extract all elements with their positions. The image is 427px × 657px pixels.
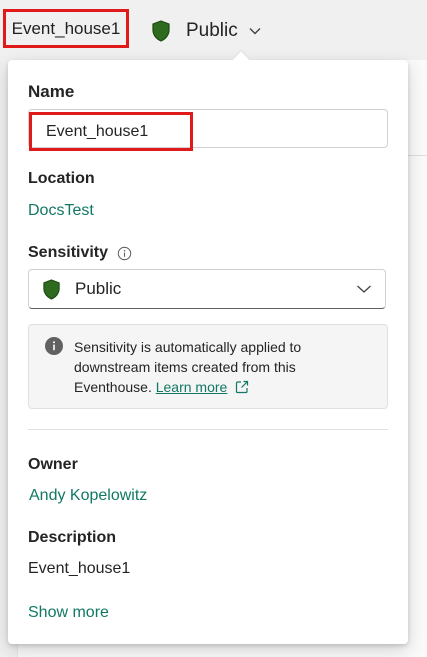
item-details-flyout: Name Event_house1 Location DocsTest Sens… xyxy=(8,51,408,644)
top-bar: Event_house1 Public xyxy=(0,0,427,60)
learn-more-link[interactable]: Learn more xyxy=(156,379,228,395)
info-icon[interactable] xyxy=(117,246,132,261)
owner-link[interactable]: Andy Kopelowitz xyxy=(29,487,147,505)
sensitivity-heading: Sensitivity xyxy=(28,244,109,261)
sensitivity-label-text: Public xyxy=(186,20,238,41)
location-heading: Location xyxy=(28,170,95,187)
info-message-text: Sensitivity is automatically applied to … xyxy=(74,337,364,397)
description-heading: Description xyxy=(28,529,117,546)
sensitivity-label-button[interactable]: Public xyxy=(151,18,262,44)
sensitivity-dropdown[interactable]: Public xyxy=(28,269,386,309)
name-heading: Name xyxy=(28,82,75,101)
shield-icon xyxy=(43,278,60,300)
info-icon xyxy=(45,337,63,355)
external-link-icon[interactable] xyxy=(235,380,249,394)
item-title-button[interactable]: Event_house1 xyxy=(3,9,129,48)
description-value: Event_house1 xyxy=(28,560,131,577)
sensitivity-heading-row: Sensitivity xyxy=(28,244,132,262)
chevron-down-icon xyxy=(249,28,261,35)
sensitivity-dropdown-value: Public xyxy=(75,279,122,298)
location-link[interactable]: DocsTest xyxy=(28,202,94,220)
show-more-link[interactable]: Show more xyxy=(28,604,109,622)
shield-icon xyxy=(152,20,170,42)
name-value[interactable]: Event_house1 xyxy=(29,112,193,151)
sensitivity-info-message: Sensitivity is automatically applied to … xyxy=(28,324,388,409)
owner-heading: Owner xyxy=(28,456,78,473)
section-divider xyxy=(28,429,388,430)
chevron-down-icon xyxy=(357,285,371,293)
